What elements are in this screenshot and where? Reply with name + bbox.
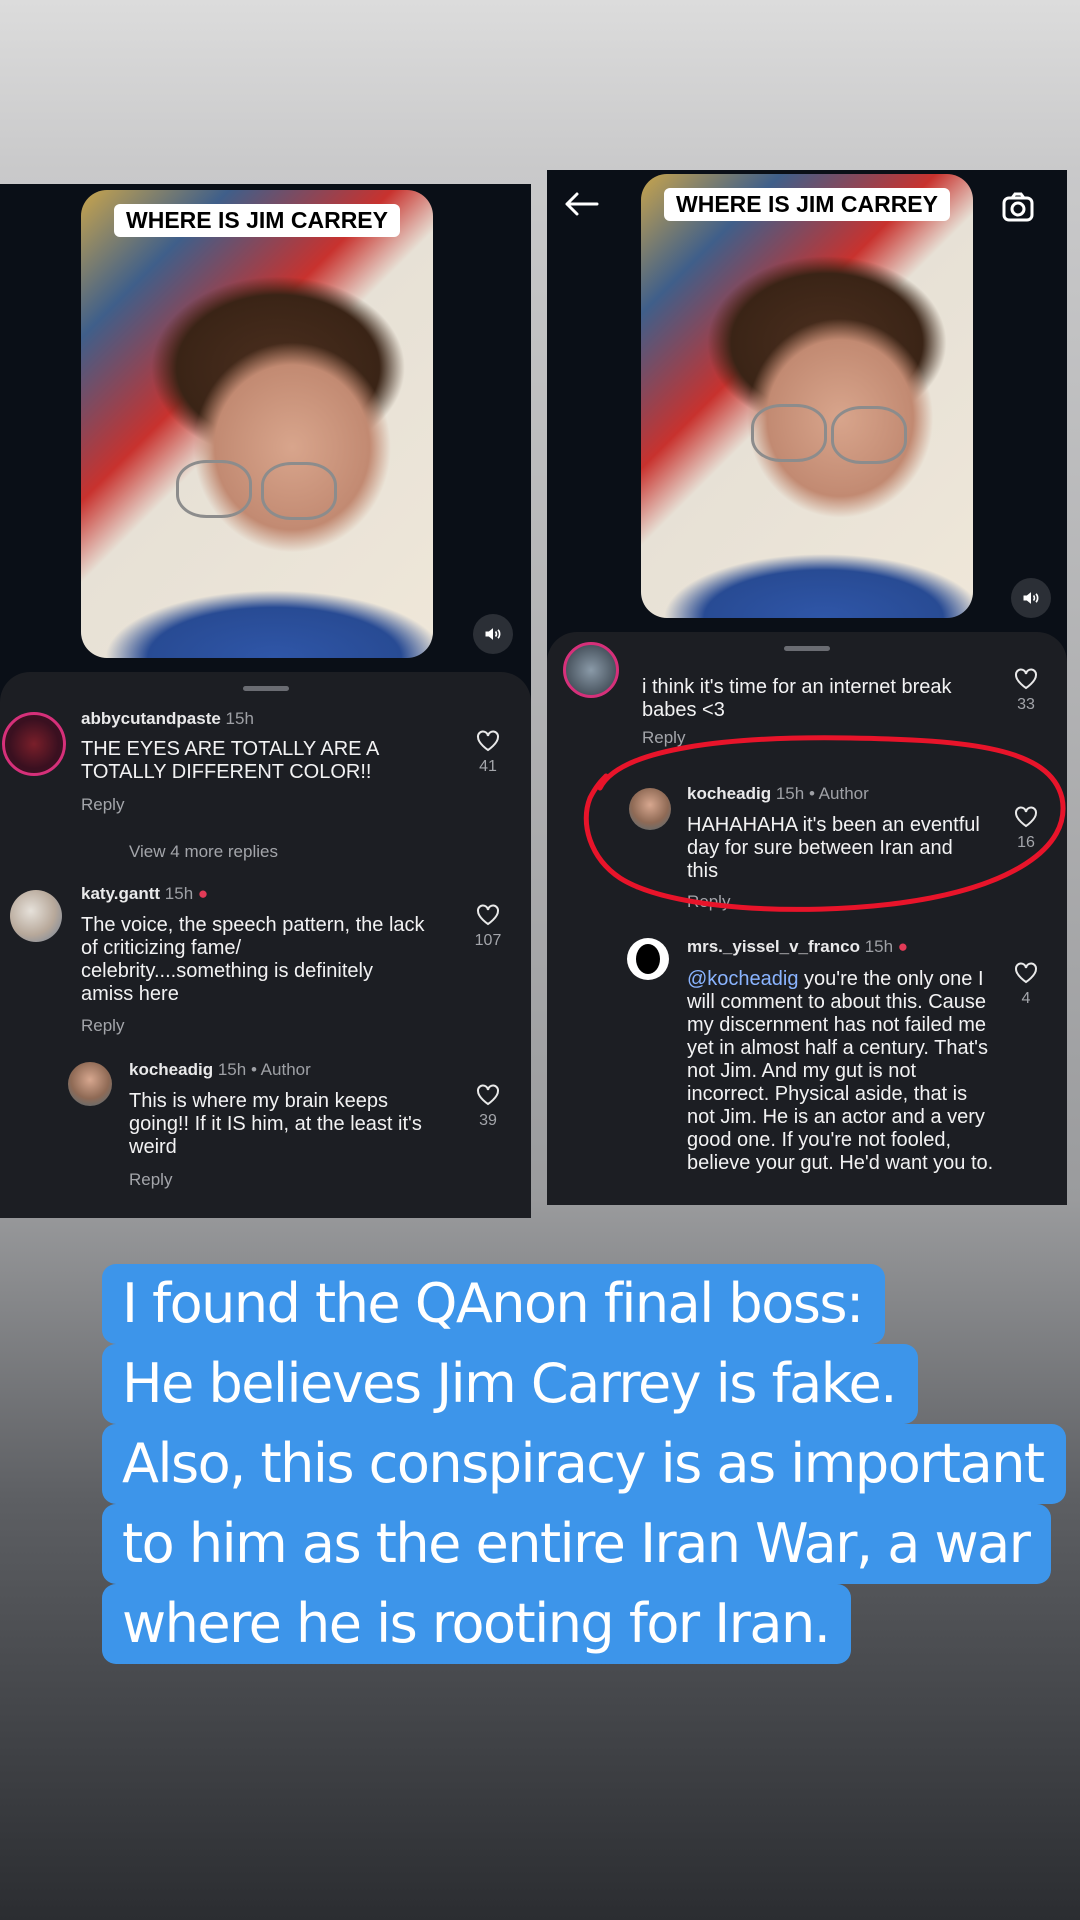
drag-handle[interactable] [242, 686, 289, 691]
drag-handle[interactable] [784, 646, 830, 651]
highlight-circle [583, 735, 1066, 912]
caption-line: I found the QAnon final boss: [102, 1264, 885, 1344]
caption-line: where he is rooting for Iran. [102, 1584, 852, 1664]
reply-button[interactable]: Reply [129, 1170, 172, 1190]
right-screenshot: WHERE IS JIM CARREY i think it's time fo… [547, 170, 1067, 1205]
like-button[interactable]: 39 [468, 1084, 508, 1130]
like-button[interactable]: 4 [1006, 962, 1046, 1008]
avatar[interactable] [627, 938, 669, 980]
back-arrow-icon[interactable] [563, 190, 603, 220]
reply-button[interactable]: Reply [81, 1016, 124, 1036]
comments-sheet: i think it's time for an internet break … [547, 632, 1067, 1205]
video-player[interactable]: WHERE IS JIM CARREY [81, 190, 433, 658]
heart-icon [477, 904, 499, 926]
comment-text: @kocheadig you're the only one I will co… [687, 968, 994, 1174]
glasses-graphic [831, 406, 907, 464]
avatar[interactable] [68, 1062, 112, 1106]
like-count: 41 [479, 758, 497, 775]
heart-icon [477, 1084, 499, 1106]
story-caption: I found the QAnon final boss: He believe… [102, 1264, 1066, 1664]
caption-line: Also, this conspiracy is as important [102, 1424, 1066, 1504]
video-player[interactable]: WHERE IS JIM CARREY [641, 174, 973, 618]
like-count: 4 [1021, 990, 1031, 1007]
heart-icon [1015, 962, 1037, 984]
view-more-replies[interactable]: View 4 more replies [129, 842, 278, 862]
mention-link[interactable]: @kocheadig [687, 968, 798, 990]
like-button[interactable]: 33 [1006, 668, 1046, 714]
avatar[interactable] [2, 712, 66, 776]
avatar[interactable] [563, 642, 619, 698]
comment-text: i think it's time for an internet break … [642, 676, 952, 721]
glasses-graphic [176, 460, 252, 518]
like-count: 39 [479, 1112, 497, 1129]
comment-username[interactable]: kocheadig 15h • Author [129, 1060, 311, 1080]
comments-sheet: abbycutandpaste 15h THE EYES ARE TOTALLY… [0, 672, 531, 1218]
caption-line: He believes Jim Carrey is fake. [102, 1344, 918, 1424]
volume-icon[interactable] [1011, 578, 1051, 618]
comment-text: THE EYES ARE TOTALLY ARE A TOTALLY DIFFE… [81, 738, 379, 783]
comment-username[interactable]: mrs._yissel_v_franco 15h ● [687, 937, 908, 957]
like-button[interactable]: 41 [468, 730, 508, 776]
video-caption: WHERE IS JIM CARREY [114, 204, 400, 237]
like-count: 33 [1017, 696, 1035, 713]
avatar[interactable] [10, 890, 62, 942]
comment-username[interactable]: katy.gantt 15h ● [81, 884, 208, 904]
reply-button[interactable]: Reply [81, 795, 124, 815]
volume-icon[interactable] [473, 614, 513, 654]
glasses-graphic [261, 462, 337, 520]
like-count: 107 [474, 932, 502, 949]
comment-username[interactable]: abbycutandpaste 15h [81, 709, 254, 729]
glasses-graphic [751, 404, 827, 462]
heart-icon [477, 730, 499, 752]
left-screenshot: WHERE IS JIM CARREY abbycutandpaste 15h … [0, 184, 531, 1218]
heart-icon [1015, 668, 1037, 690]
camera-icon[interactable] [1001, 190, 1037, 226]
comment-text: This is where my brain keeps going!! If … [129, 1090, 422, 1158]
caption-line: to him as the entire Iran War, a war [102, 1504, 1052, 1584]
video-caption: WHERE IS JIM CARREY [664, 188, 950, 221]
comment-text: The voice, the speech pattern, the lack … [81, 914, 425, 1005]
like-button[interactable]: 107 [468, 904, 508, 950]
